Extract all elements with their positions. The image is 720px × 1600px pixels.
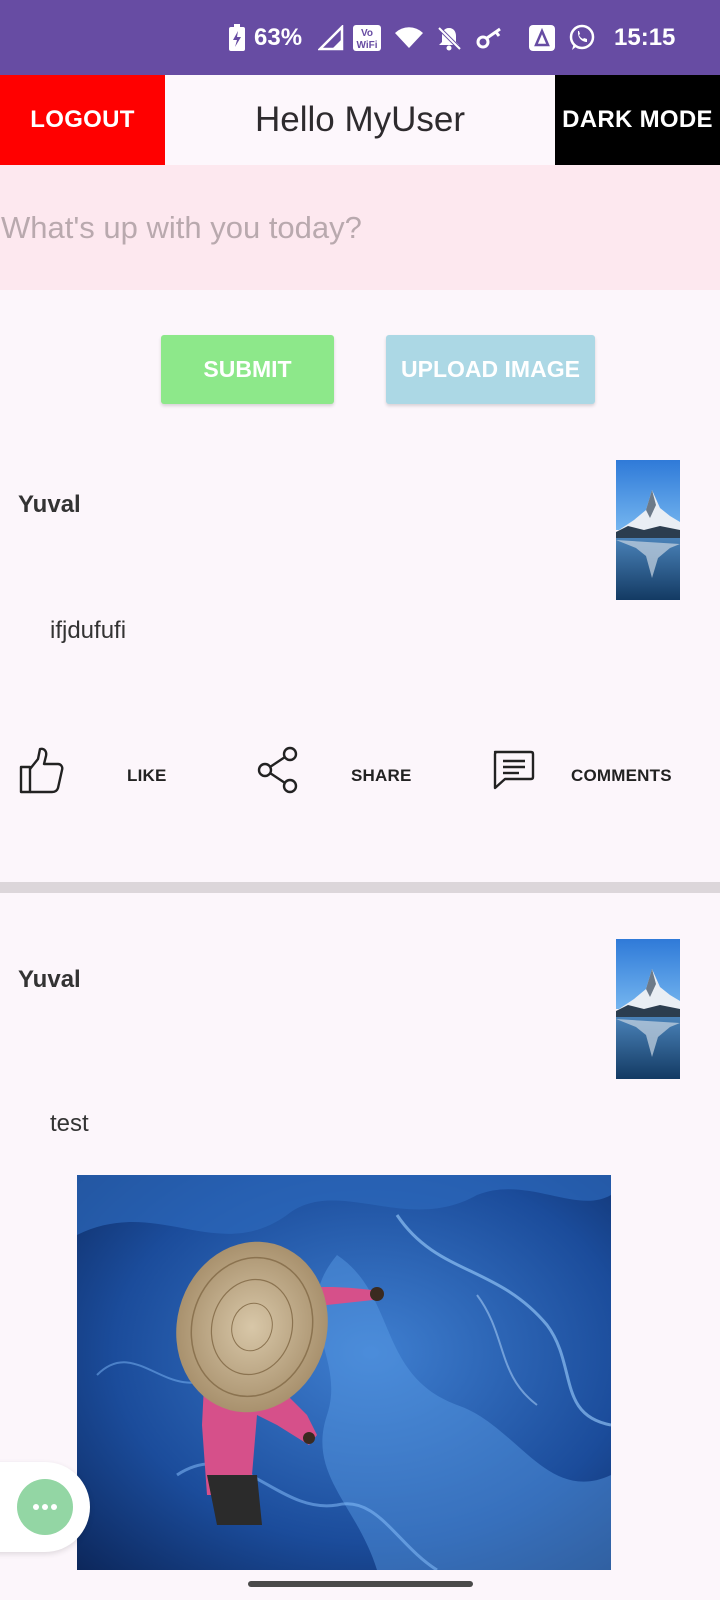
battery-percent: 63% <box>254 23 303 51</box>
like-button[interactable]: LIKE <box>127 766 167 786</box>
bell-off-icon <box>436 25 462 51</box>
status-input-container <box>0 165 720 290</box>
post-body: test <box>50 1110 89 1137</box>
greeting-title: Hello MyUser <box>254 100 466 139</box>
upload-image-button[interactable]: UPLOAD IMAGE <box>386 335 595 404</box>
more-options-button[interactable] <box>17 1479 73 1535</box>
post-author[interactable]: Yuval <box>18 491 81 519</box>
avatar[interactable] <box>616 460 680 600</box>
status-input[interactable] <box>0 165 720 290</box>
comments-button[interactable]: COMMENTS <box>571 766 672 786</box>
more-dots-icon <box>33 1504 57 1510</box>
share-button[interactable]: SHARE <box>351 766 412 786</box>
svg-text:Vo: Vo <box>361 28 373 39</box>
post-body: ifjdufufi <box>50 617 127 644</box>
vowifi-icon: Vo WiFi <box>352 24 382 52</box>
post-author[interactable]: Yuval <box>18 966 81 994</box>
avatar[interactable] <box>616 939 680 1079</box>
status-icons-left: 63% <box>228 0 302 75</box>
chat-fab-container <box>0 1462 90 1552</box>
signal-icon <box>318 24 344 51</box>
home-indicator[interactable] <box>248 1581 473 1587</box>
svg-text:WiFi: WiFi <box>356 40 377 51</box>
vpn-key-icon <box>476 27 504 49</box>
top-bar: LOGOUT Hello MyUser DARK MODE <box>0 75 720 165</box>
post-image[interactable] <box>77 1175 611 1570</box>
clock: 15:15 <box>614 23 676 51</box>
like-icon[interactable] <box>18 745 64 800</box>
whatsapp-icon <box>568 24 596 52</box>
comment-icon[interactable] <box>491 749 535 796</box>
tv-app-icon <box>528 24 556 52</box>
status-icons-right: 15:15 <box>528 0 675 75</box>
status-icons-mid: Vo WiFi <box>318 0 504 75</box>
dark-mode-button[interactable]: DARK MODE <box>555 75 720 165</box>
share-icon[interactable] <box>256 746 300 799</box>
submit-button[interactable]: SUBMIT <box>161 335 334 404</box>
battery-charging-icon <box>228 23 246 52</box>
logout-button[interactable]: LOGOUT <box>0 75 165 165</box>
wifi-icon <box>394 26 424 50</box>
status-bar: 63% Vo WiFi 15:15 <box>0 0 720 75</box>
post-actions: LIKE SHARE COMMENTS <box>0 746 720 806</box>
post-divider <box>0 882 720 893</box>
post-card: Yuval ifjdufufi LIKE SHARE COMMENTS <box>0 440 720 880</box>
